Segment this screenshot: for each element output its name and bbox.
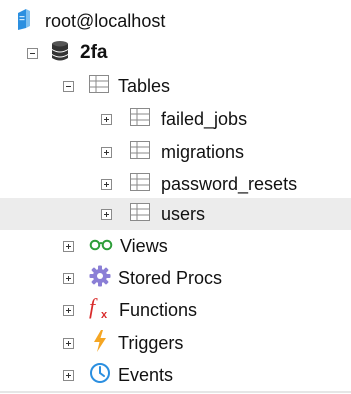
server-label: root@localhost: [45, 11, 166, 31]
server-icon: [15, 7, 33, 36]
events-label: Events: [118, 365, 174, 385]
tables-label: Tables: [118, 76, 171, 96]
function-icon: f x: [88, 294, 114, 325]
tree-node-tables[interactable]: Tables: [0, 70, 351, 102]
table-folder-icon: [89, 74, 109, 98]
functions-label: Functions: [119, 300, 198, 320]
bottom-divider: [0, 391, 351, 393]
expand-toggle[interactable]: [63, 337, 74, 349]
table-label: migrations: [161, 142, 245, 162]
gear-icon: [89, 265, 111, 292]
tree-node-table-migrations[interactable]: migrations: [0, 136, 351, 168]
table-label: password_resets: [161, 174, 298, 194]
tree-node-server[interactable]: root@localhost: [0, 5, 351, 37]
database-icon: [50, 39, 70, 68]
table-icon: [130, 140, 150, 164]
tree-node-views[interactable]: Views: [0, 230, 351, 262]
tree-node-stored-procs[interactable]: Stored Procs: [0, 262, 351, 294]
tree-node-events[interactable]: Events: [0, 359, 351, 391]
collapse-toggle[interactable]: [63, 80, 74, 92]
views-label: Views: [120, 236, 168, 256]
database-label: 2fa: [80, 42, 108, 63]
tree-node-functions[interactable]: f x Functions: [0, 294, 351, 326]
table-icon: [130, 172, 150, 196]
table-label: failed_jobs: [161, 109, 248, 129]
table-icon: [130, 202, 150, 226]
triggers-label: Triggers: [118, 333, 184, 353]
expand-toggle[interactable]: [63, 369, 74, 381]
lightning-icon: [91, 329, 109, 358]
clock-icon: [89, 362, 111, 389]
tree-node-database[interactable]: 2fa: [0, 37, 351, 69]
tree-node-table-password-resets[interactable]: password_resets: [0, 168, 351, 200]
svg-text:f: f: [89, 296, 98, 319]
svg-text:x: x: [101, 309, 108, 320]
expand-toggle[interactable]: [101, 208, 112, 220]
object-browser-tree: root@localhost 2fa Tables failed_jobs mi…: [0, 0, 351, 394]
expand-toggle[interactable]: [101, 146, 112, 158]
table-label: users: [161, 204, 206, 224]
expand-toggle[interactable]: [101, 178, 112, 190]
view-glasses-icon: [89, 237, 113, 256]
collapse-toggle[interactable]: [27, 47, 38, 59]
tree-node-table-users[interactable]: users: [0, 198, 351, 230]
expand-toggle[interactable]: [63, 304, 74, 316]
expand-toggle[interactable]: [63, 240, 74, 252]
table-icon: [130, 107, 150, 131]
expand-toggle[interactable]: [101, 113, 112, 125]
tree-node-table-failed-jobs[interactable]: failed_jobs: [0, 103, 351, 135]
tree-node-triggers[interactable]: Triggers: [0, 327, 351, 359]
expand-toggle[interactable]: [63, 272, 74, 284]
stored-procs-label: Stored Procs: [118, 268, 223, 288]
